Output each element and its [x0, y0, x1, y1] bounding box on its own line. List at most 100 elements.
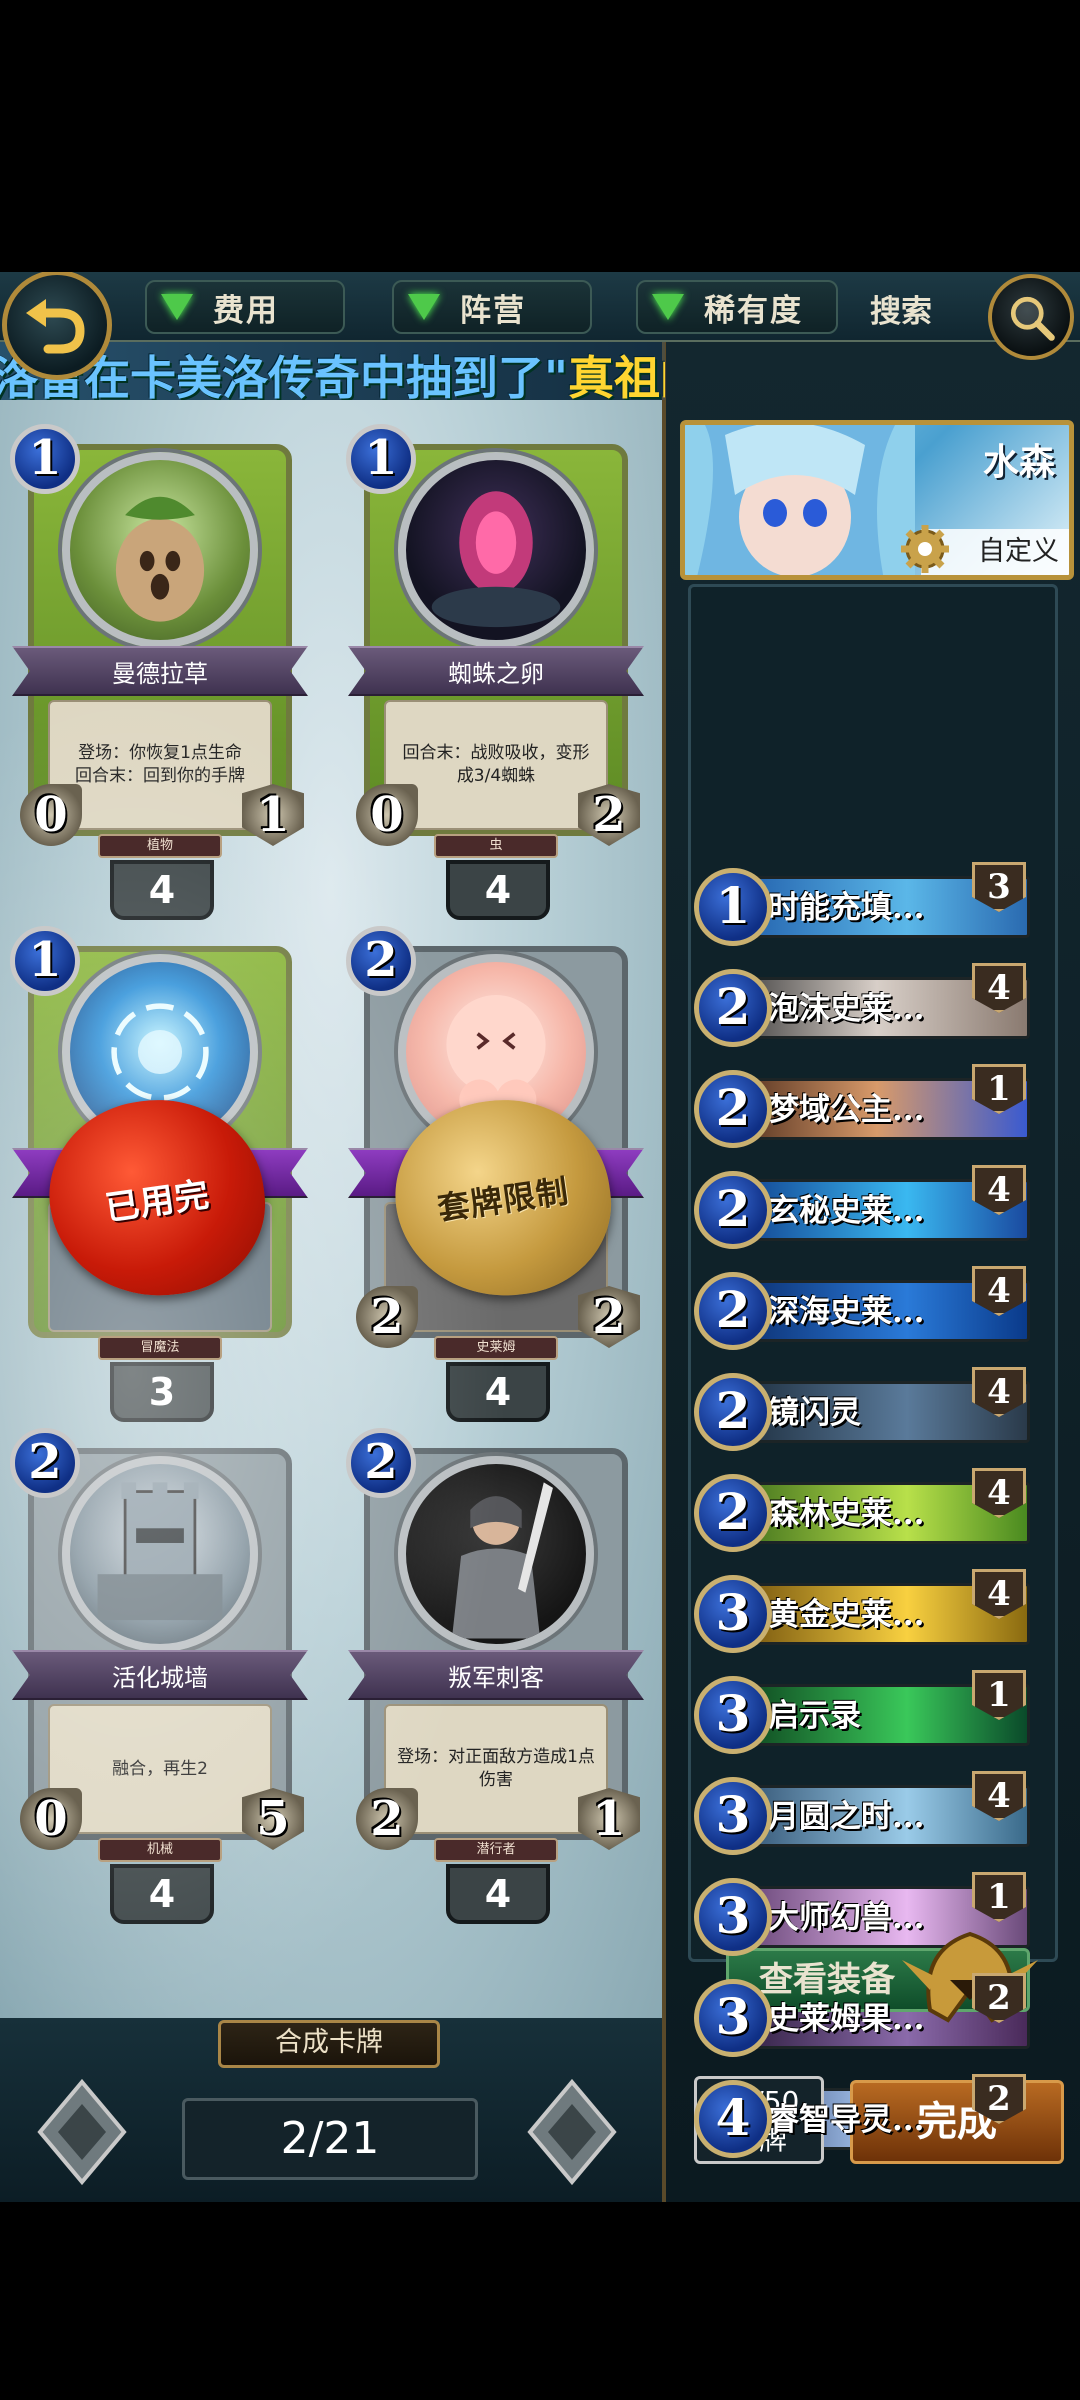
card-owned-count: 4 — [110, 860, 214, 920]
deck-card-cost: 3 — [694, 1575, 772, 1653]
deck-card-cost: 2 — [694, 969, 772, 1047]
card-mandrake[interactable]: 曼德拉草 登场：你恢复1点生命 回合末：回到你的手牌 植物 1 0 1 4 — [10, 424, 310, 920]
back-arrow-icon — [26, 299, 85, 354]
next-page-button[interactable] — [526, 2078, 618, 2186]
card-spider-egg[interactable]: 蜘蛛之卵 回合末：战败吸收，变形成3/4蜘蛛 虫 1 0 2 4 — [346, 424, 646, 920]
card-health: 2 — [578, 1286, 640, 1348]
page-indicator: 2/21 — [182, 2098, 478, 2180]
filter-rarity[interactable]: 稀有度 — [636, 280, 838, 334]
deck-card-name: 时能充填... — [768, 890, 925, 926]
card-art — [398, 1456, 594, 1652]
deck-card-name: 月圆之时... — [768, 1799, 925, 1835]
deck-card-name: 黄金史莱... — [768, 1597, 925, 1633]
deck-card-item[interactable]: 黄金史莱... 3 4 — [694, 1569, 1030, 1653]
deck-card-item[interactable]: 镜闪灵 2 4 — [694, 1367, 1030, 1451]
card-attack: 2 — [356, 1286, 418, 1348]
card-name: 曼德拉草 — [112, 659, 208, 688]
card-desc-text: 登场：对正面敌方造成1点伤害 — [397, 1747, 595, 1790]
deck-card-name: 泡沫史莱... — [768, 991, 925, 1027]
card-health: 5 — [242, 1788, 304, 1850]
deck-card-name: 镜闪灵 — [768, 1395, 861, 1431]
card-owned-count: 4 — [446, 1362, 550, 1422]
card-name: 蜘蛛之卵 — [448, 659, 544, 688]
card-name-ribbon: 蜘蛛之卵 — [348, 646, 644, 696]
deck-card-item[interactable]: 月圆之时... 3 4 — [694, 1771, 1030, 1855]
deck-card-item[interactable]: 森林史莱... 2 4 — [694, 1468, 1030, 1552]
filter-rarity-label: 稀有度 — [704, 292, 803, 329]
card-tribe: 冒魔法 — [98, 1336, 222, 1360]
deck-card-item[interactable]: 深海史莱... 2 4 — [694, 1266, 1030, 1350]
arrow-right-icon — [527, 2078, 617, 2186]
card-name-ribbon: 叛军刺客 — [348, 1650, 644, 1700]
ticker-highlight: 真祖的盛宴 — [567, 351, 665, 400]
prev-page-button[interactable] — [36, 2078, 128, 2186]
deck-card-name: 启示录 — [768, 1698, 861, 1734]
deck-card-item[interactable]: 时能充填... 1 3 — [694, 862, 1030, 946]
card-attack: 0 — [356, 784, 418, 846]
deck-card-name: 森林史莱... — [768, 1496, 925, 1532]
collection-screen: 费用 阵营 稀有度 搜索 洛雷在卡美洛传奇中抽到了"真祖的盛宴"! — [0, 272, 1080, 2202]
search-label[interactable]: 搜索 — [870, 286, 932, 331]
card-cost: 1 — [10, 926, 80, 996]
egg-art-icon — [431, 491, 561, 628]
card-tribe: 机械 — [98, 1838, 222, 1862]
deck-card-item[interactable]: 玄秘史莱... 2 4 — [694, 1165, 1030, 1249]
deck-card-cost: 4 — [694, 2080, 772, 2158]
deck-card-item[interactable]: 启示录 3 1 — [694, 1670, 1030, 1754]
card-tribe: 虫 — [434, 834, 558, 858]
deck-card-cost: 2 — [694, 1272, 772, 1350]
filter-bar: 费用 阵营 稀有度 搜索 — [0, 272, 1080, 342]
deck-card-cost: 3 — [694, 1979, 772, 2057]
card-collection-grid: 曼德拉草 登场：你恢复1点生命 回合末：回到你的手牌 植物 1 0 1 4 蜘蛛… — [0, 400, 662, 2018]
filter-cost-label: 费用 — [213, 292, 279, 329]
card-attack: 2 — [356, 1788, 418, 1850]
card-desc-text: 登场：你恢复1点生命 回合末：回到你的手牌 — [75, 743, 245, 786]
card-owned-count: 3 — [110, 1362, 214, 1422]
card-art — [398, 452, 594, 648]
deck-card-cost: 2 — [694, 1070, 772, 1148]
deck-card-cost: 1 — [694, 868, 772, 946]
mandrake-art-icon — [115, 496, 205, 622]
gear-icon[interactable] — [899, 523, 951, 575]
deck-card-name: 梦域公主... — [768, 1092, 925, 1128]
card-tribe: 植物 — [98, 834, 222, 858]
deck-card-cost: 2 — [694, 1373, 772, 1451]
card-name: 叛军刺客 — [448, 1663, 544, 1692]
card-attack: 0 — [20, 1788, 82, 1850]
deck-card-cost: 3 — [694, 1878, 772, 1956]
card-animated-wall[interactable]: 活化城墙 融合，再生2 机械 2 0 5 4 — [10, 1428, 310, 1924]
deck-card-item[interactable]: 梦域公主... 2 1 — [694, 1064, 1030, 1148]
card-cost: 2 — [346, 1428, 416, 1498]
search-button[interactable] — [988, 274, 1074, 360]
magnifier-icon — [1010, 296, 1055, 341]
triangle-down-icon — [408, 294, 440, 320]
card-name-ribbon: 活化城墙 — [12, 1650, 308, 1700]
back-button[interactable] — [2, 272, 112, 380]
card-desc-text: 回合末：战败吸收，变形成3/4蜘蛛 — [402, 743, 590, 786]
triangle-down-icon — [161, 294, 193, 320]
card-desc-text: 融合，再生2 — [112, 1758, 208, 1779]
card-rebel-assassin[interactable]: 叛军刺客 登场：对正面敌方造成1点伤害 潜行者 2 2 1 4 — [346, 1428, 646, 1924]
deck-card-cost: 3 — [694, 1676, 772, 1754]
tower-art-icon — [97, 1482, 223, 1621]
card-cost: 1 — [346, 424, 416, 494]
filter-cost[interactable]: 费用 — [145, 280, 345, 334]
deck-card-cost: 2 — [694, 1474, 772, 1552]
card-attack: 0 — [20, 784, 82, 846]
card-tribe: 史莱姆 — [434, 1336, 558, 1360]
deck-card-name: 史莱姆果... — [768, 2001, 925, 2037]
filter-faction[interactable]: 阵营 — [392, 280, 592, 334]
card-art — [62, 452, 258, 648]
card-health: 1 — [242, 784, 304, 846]
craft-cards-button[interactable]: 合成卡牌 — [218, 2020, 440, 2068]
filter-faction-label: 阵营 — [460, 292, 526, 329]
deck-header[interactable]: 水森 自定义 — [680, 420, 1074, 580]
deck-card-cost: 3 — [694, 1777, 772, 1855]
deck-hero-portrait — [685, 425, 915, 575]
card-name-ribbon: 曼德拉草 — [12, 646, 308, 696]
deck-card-item[interactable]: 泡沫史莱... 2 4 — [694, 963, 1030, 1047]
triangle-down-icon — [652, 294, 684, 320]
card-name: 活化城墙 — [112, 1663, 208, 1692]
card-cost: 2 — [10, 1428, 80, 1498]
deck-card-name: 大师幻兽... — [768, 1900, 925, 1936]
